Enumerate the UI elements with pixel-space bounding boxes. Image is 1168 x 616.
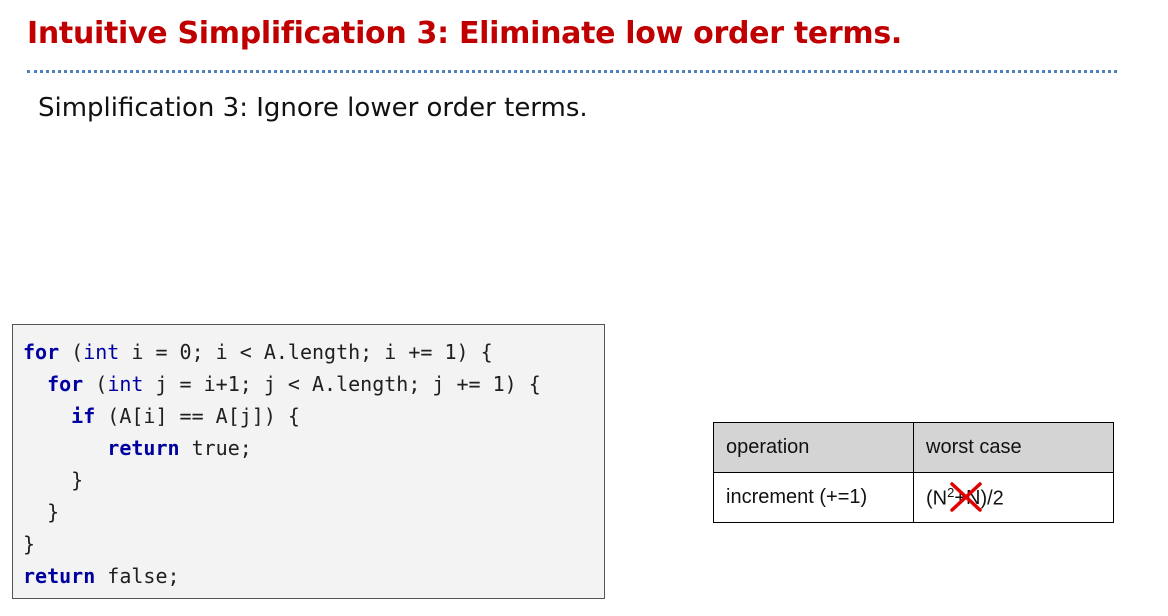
- cell-operation: increment (+=1): [713, 472, 914, 523]
- header-worst-case: worst case: [913, 422, 1114, 473]
- header-operation: operation: [713, 422, 914, 473]
- slide-title: Intuitive Simplification 3: Eliminate lo…: [27, 16, 903, 51]
- code-text: }: [23, 468, 84, 492]
- code-text: (: [59, 340, 84, 364]
- struck-term: +N: [950, 482, 983, 513]
- code-text: }: [23, 500, 60, 524]
- code-line: }: [23, 465, 83, 495]
- code-keyword: if: [71, 404, 96, 428]
- table-row: increment (+=1) (N2+N)/2: [713, 472, 1114, 523]
- code-line: return true;: [23, 433, 252, 463]
- code-keyword: int: [107, 372, 144, 396]
- code-text: i = 0; i < A.length; i += 1) {: [119, 340, 493, 364]
- code-keyword: for: [23, 340, 60, 364]
- code-keyword: return: [23, 564, 96, 588]
- code-line: if (A[i] == A[j]) {: [23, 401, 300, 431]
- title-divider: [27, 70, 1117, 73]
- code-text: (: [83, 372, 108, 396]
- code-line: for (int j = i+1; j < A.length; j += 1) …: [23, 369, 541, 399]
- code-text: }: [23, 532, 36, 556]
- code-text: j = i+1; j < A.length; j += 1) {: [143, 372, 541, 396]
- code-text: (A[i] == A[j]) {: [95, 404, 300, 428]
- cross-out-mark: [950, 482, 983, 513]
- code-line: }: [23, 497, 59, 527]
- code-keyword: return: [107, 436, 180, 460]
- slide-subtitle: Simplification 3: Ignore lower order ter…: [38, 93, 588, 123]
- code-text: false;: [95, 564, 180, 588]
- code-text: true;: [179, 436, 252, 460]
- code-line: return false;: [23, 561, 180, 591]
- code-line: }: [23, 529, 35, 559]
- cost-prefix: (N: [926, 487, 948, 510]
- code-line: for (int i = 0; i < A.length; i += 1) {: [23, 337, 493, 367]
- cost-table: operation worst case increment (+=1) (N2…: [713, 422, 1114, 523]
- code-keyword: int: [83, 340, 120, 364]
- table-header-row: operation worst case: [713, 422, 1114, 473]
- code-keyword: for: [47, 372, 84, 396]
- cell-worst-case: (N2+N)/2: [913, 472, 1114, 523]
- code-block: for (int i = 0; i < A.length; i += 1) { …: [12, 324, 605, 599]
